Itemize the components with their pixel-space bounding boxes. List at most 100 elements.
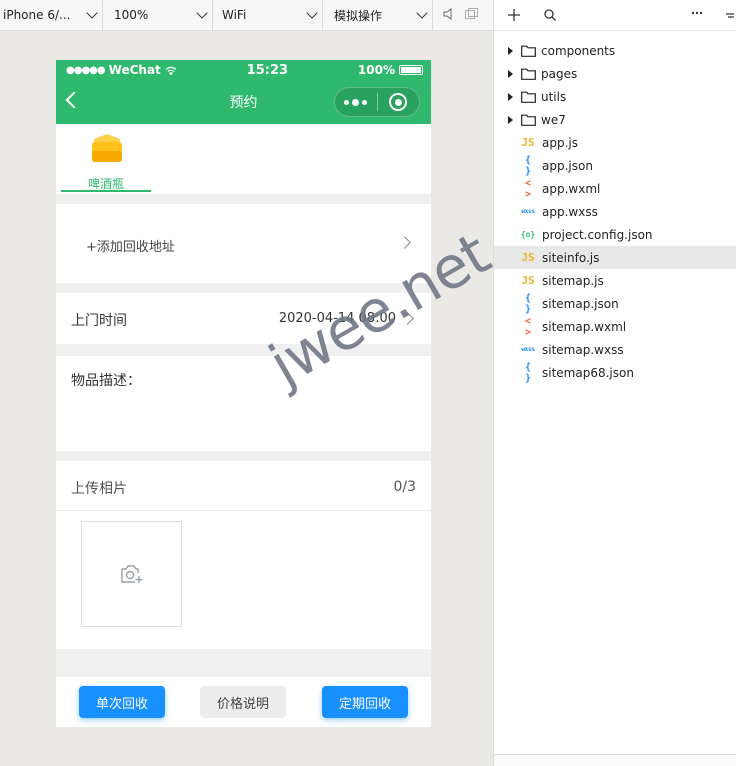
json-file-icon: { } (524, 361, 532, 384)
chevron-down-icon (416, 7, 428, 19)
upload-section: 上传相片 0/3 (56, 461, 431, 649)
explorer-bottom-bar (494, 754, 736, 766)
expand-arrow-icon (508, 115, 513, 124)
folder-icon (521, 114, 536, 126)
folder-row[interactable]: utils (494, 85, 736, 108)
chevron-down-icon (196, 7, 208, 19)
mute-icon[interactable] (443, 7, 453, 23)
battery-percent: 100% (357, 63, 395, 77)
file-label: project.config.json (542, 227, 653, 242)
file-row[interactable]: { } sitemap.json (494, 292, 736, 315)
active-tab-indicator (61, 190, 151, 192)
file-label: app.wxml (542, 181, 601, 196)
file-label: app.wxss (542, 204, 598, 219)
file-row-selected[interactable]: JS siteinfo.js (494, 246, 736, 269)
file-label: sitemap.json (542, 296, 619, 311)
file-row[interactable]: {o} project.config.json (494, 223, 736, 246)
expand-arrow-icon (508, 92, 513, 101)
bottom-action-bar: 单次回收 价格说明 定期回收 (56, 677, 431, 727)
single-recycle-button[interactable]: 单次回收 (79, 686, 165, 718)
more-dots-icon (344, 98, 368, 106)
file-row[interactable]: JS app.js (494, 131, 736, 154)
chevron-down-icon (86, 7, 98, 19)
chevron-right-icon (401, 312, 414, 325)
add-photo-button[interactable] (81, 521, 182, 627)
wifi-icon (165, 66, 177, 75)
file-row[interactable]: JS sitemap.js (494, 269, 736, 292)
file-label: sitemap.wxss (542, 342, 624, 357)
mode-select-value: 模拟操作 (334, 8, 383, 23)
visit-time-value: 2020-04-14 08:00 (278, 311, 396, 326)
signal-icon: ●●●●● (66, 64, 106, 76)
simulator-toolbar: iPhone 6/... 100% WiFi 模拟操作 (0, 0, 493, 31)
bottle-category-icon (92, 134, 122, 162)
add-address-label: +添加回收地址 (86, 240, 175, 255)
folder-icon (521, 68, 536, 80)
file-label: sitemap.js (542, 273, 604, 288)
more-button[interactable] (335, 88, 377, 116)
file-row[interactable]: < > sitemap.wxml (494, 315, 736, 338)
simulator-area: iPhone 6/... 100% WiFi 模拟操作 ●●●●● WeChat… (0, 0, 500, 766)
category-tabs: 啤酒瓶 (56, 124, 431, 194)
visit-time-row[interactable]: 上门时间 2020-04-14 08:00 (56, 293, 431, 344)
file-row[interactable]: < > app.wxml (494, 177, 736, 200)
carrier-label: WeChat (108, 63, 161, 77)
battery-icon (399, 65, 423, 75)
js-file-icon: JS (521, 274, 535, 287)
folder-row[interactable]: pages (494, 62, 736, 85)
wxss-file-icon: wxss (521, 346, 535, 353)
upload-count: 0/3 (393, 479, 416, 495)
folder-label: components (541, 43, 616, 58)
collapse-icon[interactable] (726, 11, 734, 19)
file-row[interactable]: { } app.json (494, 154, 736, 177)
folder-row[interactable]: we7 (494, 108, 736, 131)
status-bar: ●●●●● WeChat 15:23 100% (56, 60, 431, 80)
wxml-file-icon: < > (524, 315, 532, 338)
description-section: 物品描述： (56, 356, 431, 451)
js-file-icon: JS (521, 136, 535, 149)
back-arrow-icon[interactable] (65, 91, 83, 109)
window-icon[interactable] (465, 8, 478, 22)
search-icon[interactable] (544, 9, 556, 21)
periodic-recycle-button[interactable]: 定期回收 (322, 686, 408, 718)
chevron-right-icon (398, 236, 411, 249)
network-select[interactable]: WiFi (213, 0, 323, 30)
file-label: siteinfo.js (542, 250, 600, 265)
file-row[interactable]: { } sitemap68.json (494, 361, 736, 384)
folder-label: utils (541, 89, 567, 104)
folder-icon (521, 45, 536, 57)
network-select-value: WiFi (222, 8, 247, 22)
close-app-button[interactable] (378, 88, 420, 116)
json-file-icon: { } (524, 154, 532, 177)
status-time: 15:23 (246, 62, 289, 78)
device-select[interactable]: iPhone 6/... (0, 0, 103, 30)
zoom-select[interactable]: 100% (103, 0, 213, 30)
more-options-icon[interactable] (691, 11, 703, 15)
expand-arrow-icon (508, 46, 513, 55)
mode-select[interactable]: 模拟操作 (323, 0, 433, 30)
folder-label: we7 (541, 112, 566, 127)
category-tab-beer-bottle[interactable]: 啤酒瓶 (61, 124, 151, 194)
config-file-icon: {o} (520, 230, 536, 239)
file-row[interactable]: wxss app.wxss (494, 200, 736, 223)
explorer-toolbar (494, 0, 736, 31)
folder-label: pages (541, 66, 578, 81)
visit-time-label: 上门时间 (71, 313, 127, 329)
add-file-icon[interactable] (508, 9, 520, 21)
description-label: 物品描述： (71, 373, 141, 389)
phone-screen: ●●●●● WeChat 15:23 100% 预约 啤酒瓶 +添加回收地址 上… (56, 60, 431, 727)
wxml-file-icon: < > (524, 177, 532, 200)
file-label: sitemap68.json (542, 365, 634, 380)
page-title: 预约 (229, 95, 258, 111)
add-address-row[interactable]: +添加回收地址 (56, 204, 431, 283)
folder-row[interactable]: components (494, 39, 736, 62)
json-file-icon: { } (524, 292, 532, 315)
nav-bar: 预约 (56, 80, 431, 124)
file-label: app.js (542, 135, 578, 150)
price-info-button[interactable]: 价格说明 (200, 686, 286, 718)
device-select-value: iPhone 6/... (3, 8, 71, 22)
js-file-icon: JS (521, 251, 535, 264)
description-textarea[interactable] (136, 366, 416, 441)
folder-icon (521, 91, 536, 103)
file-row[interactable]: wxss sitemap.wxss (494, 338, 736, 361)
